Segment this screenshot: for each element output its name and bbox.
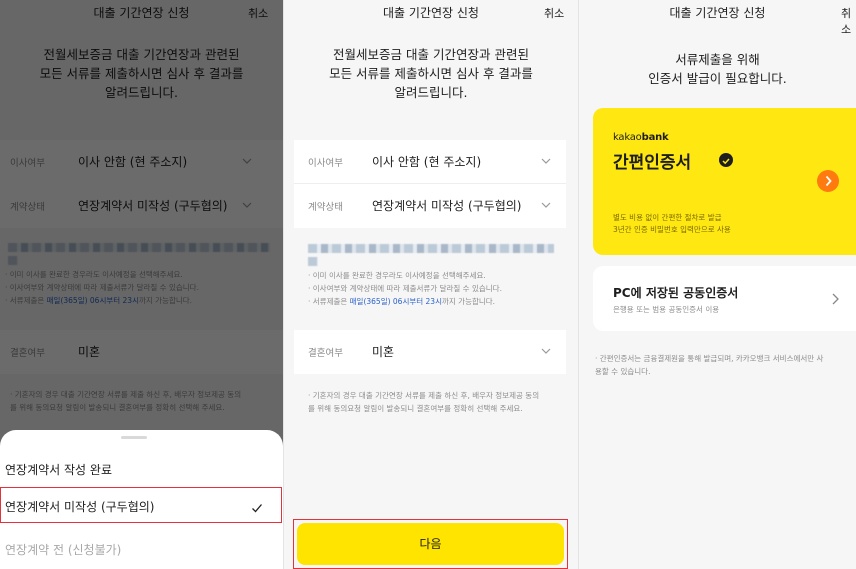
note: · 기혼자의 경우 대출 기간연장 서류를 제출 하신 후, 배우자 정보제공 … — [308, 391, 540, 400]
move-value: 이사 안함 (현 주소지) — [372, 155, 482, 169]
next-button[interactable]: 다음 — [297, 523, 564, 565]
option-label: 연장계약서 미작성 (구두협의) — [5, 500, 155, 514]
page-title: 대출 기간연장 신청 — [669, 6, 766, 20]
desc-line: 별도 비용 없이 간편한 절차로 발급 — [613, 213, 722, 222]
intro-line: 모든 서류를 제출하시면 심사 후 결과를 — [329, 66, 533, 81]
pc-cert-title: PC에 저장된 공동인증서 — [613, 286, 739, 300]
intro-line: 전월세보증금 대출 기간연장과 관련된 — [333, 47, 529, 62]
screen-form: 대출 기간연장 신청 취소 전월세보증금 대출 기간연장과 관련된 모든 서류를… — [283, 0, 578, 569]
marriage-card: 결혼여부 미혼 — [294, 330, 566, 374]
chevron-right-icon — [831, 291, 841, 310]
notes: · 이미 이사를 완료한 경우라도 이사예정을 선택해주세요. · 이사여부와 … — [308, 269, 573, 308]
intro-text: 전월세보증금 대출 기간연장과 관련된 모든 서류를 제출하시면 심사 후 결과… — [284, 45, 578, 102]
note: · 간편인증서는 금융결제원을 통해 발급되며, 카카오뱅크 서비스에서만 사 — [595, 354, 824, 363]
page-title: 대출 기간연장 신청 — [383, 6, 479, 20]
form-card: 이사여부 이사 안함 (현 주소지) 계약상태 연장계약서 미작성 (구두협의) — [294, 140, 566, 228]
contract-label: 계약상태 — [308, 202, 343, 213]
next-button-highlight: 다음 — [293, 519, 568, 569]
option-contract-verbal[interactable]: 연장계약서 미작성 (구두협의) — [0, 487, 282, 523]
pc-cert-desc: 은행용 또는 범용 공동인증서 이용 — [613, 305, 720, 314]
marriage-select[interactable]: 결혼여부 미혼 — [294, 330, 566, 374]
contract-select[interactable]: 계약상태 연장계약서 미작성 (구두협의) — [294, 184, 566, 228]
blurred-text — [308, 257, 318, 266]
kakao-cert-desc: 별도 비용 없이 간편한 절차로 발급 3년간 인증 비밀번호 입력만으로 사용 — [613, 212, 731, 236]
cancel-button[interactable]: 취소 — [544, 5, 564, 21]
header: 대출 기간연장 신청 취소 — [284, 0, 578, 26]
option-label: 연장계약 전 (신청불가) — [5, 543, 122, 557]
arrow-right-icon[interactable] — [817, 170, 839, 192]
sheet-handle[interactable] — [121, 436, 147, 439]
marriage-label: 결혼여부 — [308, 348, 343, 359]
chevron-down-icon — [540, 345, 552, 357]
screen-contract-select: 대출 기간연장 신청 취소 전월세보증금 대출 기간연장과 관련된 모든 서류를… — [0, 0, 283, 569]
bottom-sheet: 연장계약서 작성 완료 연장계약서 미작성 (구두협의) 연장계약 전 (신청불… — [0, 430, 283, 569]
pc-cert-card[interactable]: PC에 저장된 공동인증서 은행용 또는 범용 공동인증서 이용 — [593, 266, 856, 331]
note: · 이미 이사를 완료한 경우라도 이사예정을 선택해주세요. — [308, 271, 486, 280]
kakao-cert-card[interactable]: kakaobank 간편인증서 별도 비용 없이 간편한 절차로 발급 3년간 … — [593, 108, 856, 255]
intro-line: 인증서 발급이 필요합니다. — [648, 71, 787, 86]
chevron-down-icon — [540, 155, 552, 167]
blurred-text — [308, 244, 554, 253]
desc-line: 3년간 인증 비밀번호 입력만으로 사용 — [613, 225, 731, 234]
intro-line: 서류제출을 위해 — [675, 52, 760, 67]
intro-line: 알려드립니다. — [394, 85, 468, 100]
cert-note: · 간편인증서는 금융결제원을 통해 발급되며, 카카오뱅크 서비스에서만 사 … — [595, 352, 855, 378]
verified-check-icon — [719, 153, 733, 167]
contract-value: 연장계약서 미작성 (구두협의) — [372, 199, 522, 213]
screen-certificate: 대출 기간연장 신청 취소 서류제출을 위해 인증서 발급이 필요합니다. ka… — [578, 0, 856, 569]
note: 를 위해 동의요청 알림이 발송되니 결혼여부를 정확히 선택해 주세요. — [308, 404, 523, 413]
move-label: 이사여부 — [308, 158, 343, 169]
option-label: 연장계약서 작성 완료 — [5, 463, 112, 477]
kakao-cert-title: 간편인증서 — [613, 153, 692, 173]
option-contract-before[interactable]: 연장계약 전 (신청불가) — [0, 531, 283, 567]
cert-intro: 서류제출을 위해 인증서 발급이 필요합니다. — [579, 50, 856, 88]
cancel-button[interactable]: 취소 — [841, 5, 856, 37]
move-select[interactable]: 이사여부 이사 안함 (현 주소지) — [294, 140, 566, 184]
chevron-down-icon — [540, 199, 552, 211]
note: 용할 수 있습니다. — [595, 367, 651, 376]
marriage-note: · 기혼자의 경우 대출 기간연장 서류를 제출 하신 후, 배우자 정보제공 … — [308, 389, 576, 415]
check-icon — [251, 499, 263, 518]
marriage-value: 미혼 — [372, 345, 395, 359]
note: · 이사여부와 계약상태에 따라 제출서류가 달라질 수 있습니다. — [308, 284, 502, 293]
note: · 서류제출은 매일(365일) 06시부터 23시까지 가능합니다. — [308, 297, 496, 306]
option-contract-complete[interactable]: 연장계약서 작성 완료 — [0, 451, 283, 487]
header: 대출 기간연장 신청 취소 — [579, 0, 856, 36]
kakaobank-logo: kakaobank — [613, 132, 669, 143]
